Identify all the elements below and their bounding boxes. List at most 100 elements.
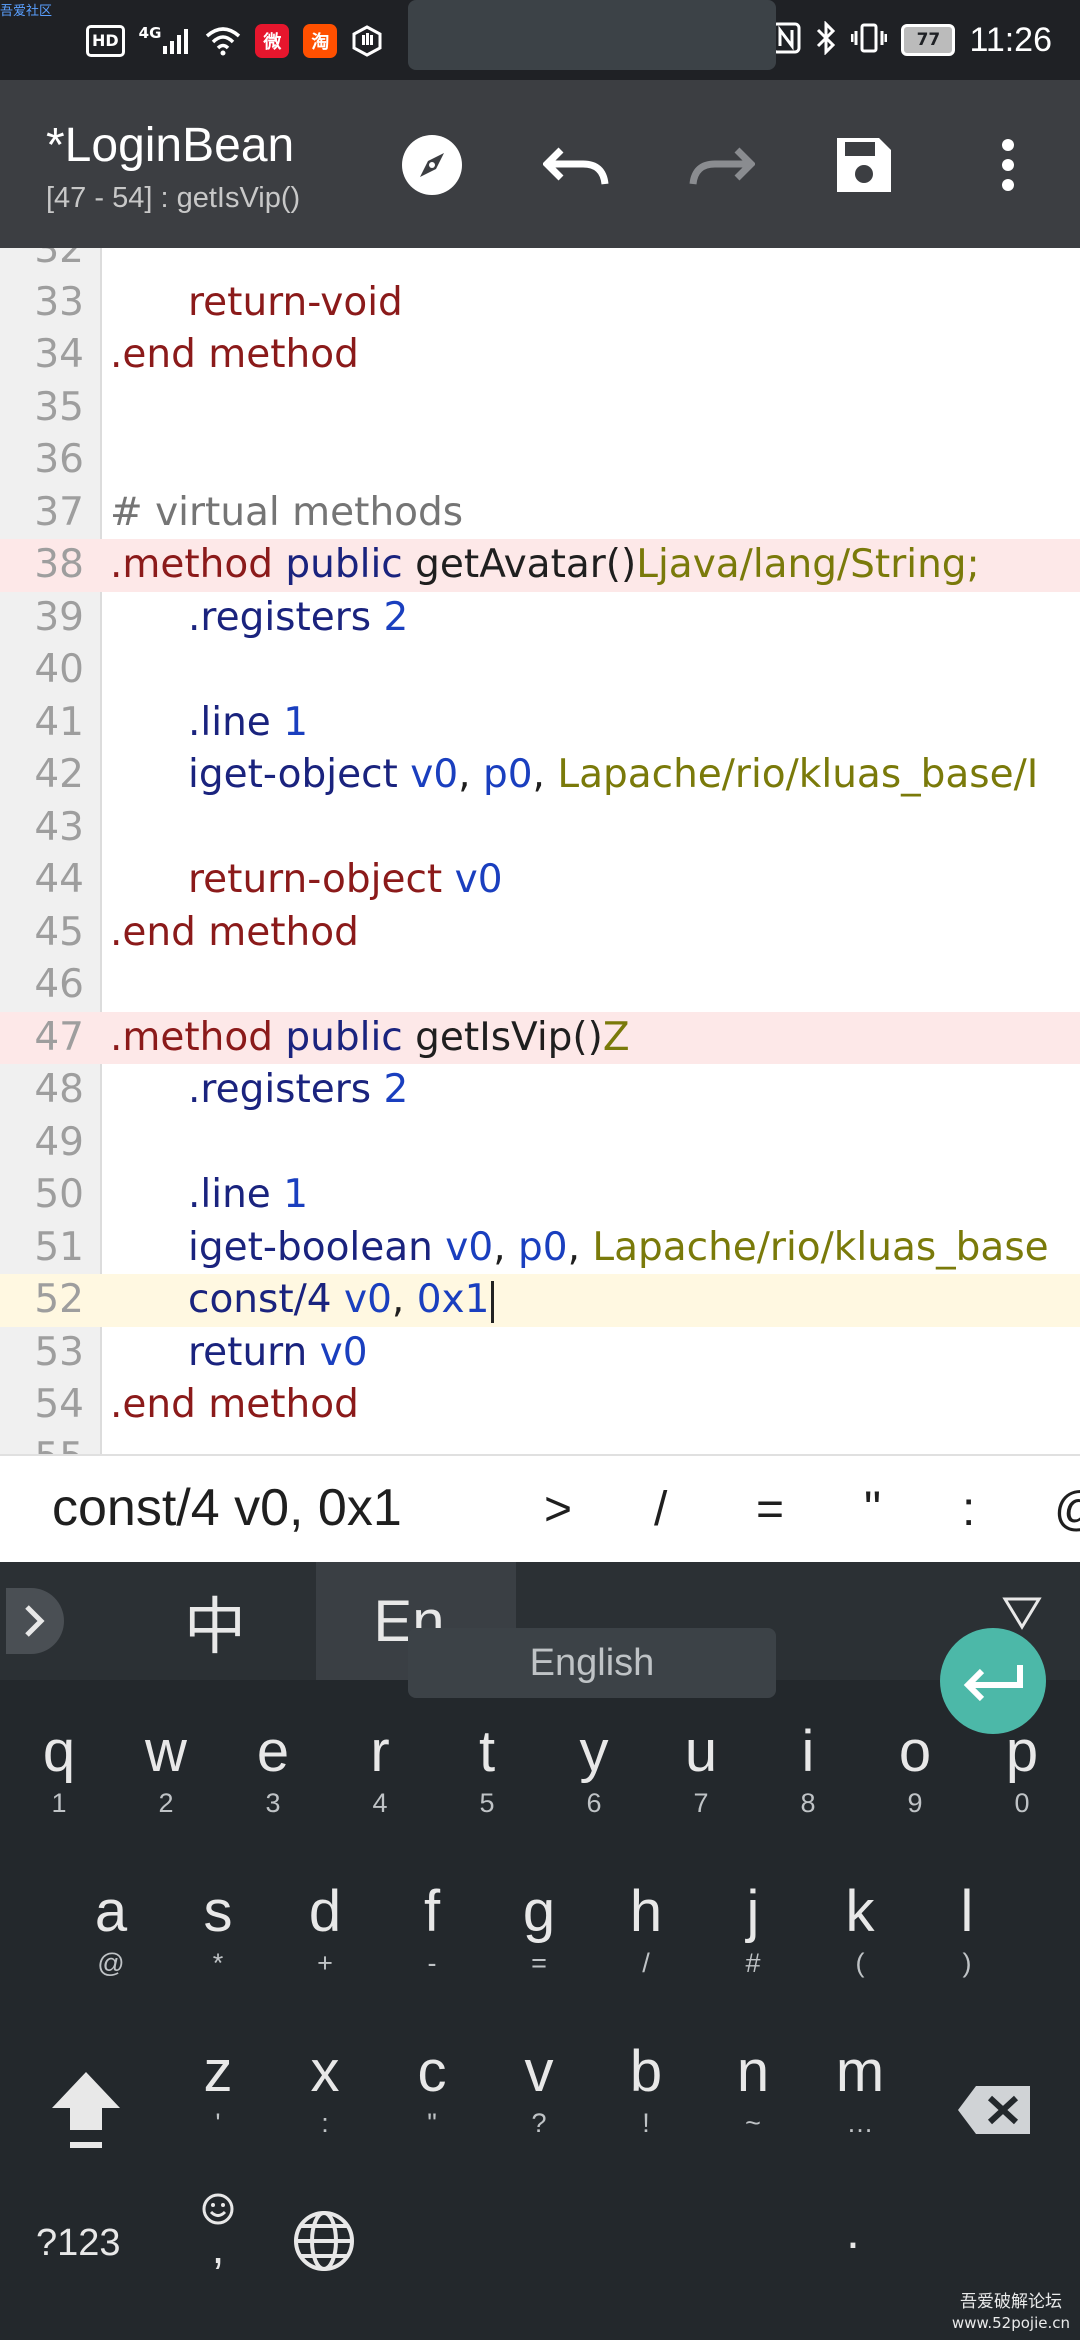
suggestion-symbol[interactable]: @ (1054, 1482, 1080, 1537)
key-u[interactable]: u7 (651, 1702, 751, 1842)
code-token: v0 (445, 1224, 494, 1270)
code-line[interactable]: 55 (0, 1432, 1080, 1455)
key-z[interactable]: z ' (168, 2022, 268, 2162)
keyboard-collapse-button[interactable] (1002, 1596, 1042, 1634)
key-r[interactable]: r4 (330, 1702, 430, 1842)
code-token: .registers (188, 1067, 384, 1112)
code-line[interactable]: 53 return v0 (0, 1327, 1080, 1380)
key-secondary: … (846, 2108, 874, 2138)
key-v[interactable]: v? (489, 2022, 589, 2162)
key-h[interactable]: h / (596, 1862, 696, 2002)
suggestion-symbol[interactable]: / (654, 1482, 667, 1537)
key-secondary: ( (855, 1948, 865, 1978)
suggestion-current-line[interactable]: const/4 v0, 0x1 (52, 1478, 402, 1538)
key-g[interactable]: g = (489, 1862, 589, 2002)
emoji-key[interactable]: , (168, 2170, 268, 2310)
keyboard-expand-button[interactable] (6, 1588, 64, 1654)
code-line[interactable]: 45 .end method (0, 907, 1080, 960)
code-line[interactable]: 34 .end method (0, 329, 1080, 382)
space-key[interactable]: English (408, 1628, 776, 1698)
line-code: iget-object v0, p0, Lapache/rio/kluas_ba… (110, 749, 1038, 802)
code-line[interactable]: 38 .method public getAvatar()Ljava/lang/S… (0, 539, 1080, 592)
line-number: 54 (34, 1382, 84, 1427)
key-t[interactable]: t5 (437, 1702, 537, 1842)
key-k[interactable]: k( (810, 1862, 910, 2002)
code-line[interactable]: 36 (0, 434, 1080, 487)
code-line[interactable]: 35 (0, 382, 1080, 435)
suggestion-symbol[interactable]: : (962, 1482, 975, 1537)
key-secondary: ~ (745, 2108, 761, 2138)
key-e[interactable]: e3 (223, 1702, 323, 1842)
code-line[interactable]: 37 # virtual methods (0, 487, 1080, 540)
key-c[interactable]: c " (382, 2022, 482, 2162)
backspace-key[interactable] (944, 2038, 1044, 2178)
symbols-key[interactable]: ?123 (36, 2222, 121, 2265)
code-line[interactable]: 51 iget-boolean v0, p0, Lapache/rio/kluas… (0, 1222, 1080, 1275)
code-token: .method (110, 542, 286, 587)
code-line[interactable]: 50 .line 1 (0, 1169, 1080, 1222)
key-letter: a (94, 1879, 128, 1944)
code-line[interactable]: 52 const/4 v0, 0x1 (0, 1274, 1080, 1327)
enter-key[interactable] (940, 1628, 1046, 1734)
code-line[interactable]: 32 (0, 248, 1080, 277)
signal-icon: 4G (139, 24, 192, 58)
code-token: , (458, 752, 483, 797)
redo-icon (689, 147, 755, 185)
code-line[interactable]: 39 .registers 2 (0, 592, 1080, 645)
key-l[interactable]: l) (917, 1862, 1017, 2002)
key-n[interactable]: n ~ (703, 2022, 803, 2162)
space-key[interactable] (408, 0, 776, 70)
undo-button[interactable] (536, 125, 616, 205)
code-line[interactable]: 40 (0, 644, 1080, 697)
code-line[interactable]: 46 (0, 959, 1080, 1012)
key-letter: v (524, 2039, 554, 2104)
code-line[interactable]: 41 .line 1 (0, 697, 1080, 750)
key-f[interactable]: f- (382, 1862, 482, 2002)
shift-key[interactable] (36, 2038, 136, 2178)
code-line[interactable]: 54 .end method (0, 1379, 1080, 1432)
redo-button[interactable] (682, 125, 762, 205)
period-key[interactable]: . (846, 2202, 860, 2260)
suggestion-symbol[interactable]: " (864, 1482, 881, 1537)
key-secondary: @ (97, 1948, 125, 1978)
key-j[interactable]: j # (703, 1862, 803, 2002)
code-token: v0 (319, 1329, 368, 1375)
key-m[interactable]: m… (810, 2022, 910, 2162)
code-token: # virtual methods (110, 489, 464, 535)
code-line[interactable]: 33 return-void (0, 277, 1080, 330)
code-token: getIsVip() (415, 1014, 603, 1060)
more-options-button[interactable] (968, 125, 1048, 205)
key-i[interactable]: i8 (758, 1702, 858, 1842)
key-d[interactable]: d + (275, 1862, 375, 2002)
code-token: method (208, 1382, 359, 1427)
key-secondary: - (427, 1948, 437, 1978)
shift-icon (52, 2072, 120, 2148)
code-line[interactable]: 44 return-object v0 (0, 854, 1080, 907)
code-editor[interactable]: 32 33 return-void 34 .end method 35 36 37 # virt… (0, 248, 1080, 1454)
code-line[interactable]: 47 .method public getIsVip()Z (0, 1011, 1080, 1064)
language-key[interactable] (274, 2170, 374, 2310)
code-line[interactable]: 48 .registers 2 (0, 1064, 1080, 1117)
code-line[interactable]: 49 (0, 1117, 1080, 1170)
code-line[interactable]: 42 iget-object v0, p0, Lapache/rio/kluas_… (0, 749, 1080, 802)
key-b[interactable]: b! (596, 2022, 696, 2162)
navigate-button[interactable] (392, 125, 472, 205)
key-w[interactable]: w2 (116, 1702, 216, 1842)
key-s[interactable]: s * (168, 1862, 268, 2002)
key-q[interactable]: q1 (9, 1702, 109, 1842)
suggestion-symbol[interactable]: = (756, 1482, 784, 1537)
code-line[interactable]: 43 (0, 802, 1080, 855)
comma-label: , (211, 2221, 225, 2273)
watermark-line1: 吾爱破解论坛 (959, 2292, 1062, 2312)
suggestion-symbol[interactable]: > (544, 1482, 572, 1537)
code-token: , (567, 1224, 593, 1270)
key-letter: d (308, 1879, 342, 1944)
key-x[interactable]: x: (275, 2022, 375, 2162)
suggestion-bar: const/4 v0, 0x1 > / = ": @ (0, 1454, 1080, 1564)
key-y[interactable]: y6 (544, 1702, 644, 1842)
tab-chinese[interactable]: 中 (150, 1562, 280, 1680)
save-button[interactable] (824, 125, 904, 205)
code-token: method (208, 332, 359, 377)
key-a[interactable]: a @ (61, 1862, 161, 2002)
key-o[interactable]: o9 (865, 1702, 965, 1842)
